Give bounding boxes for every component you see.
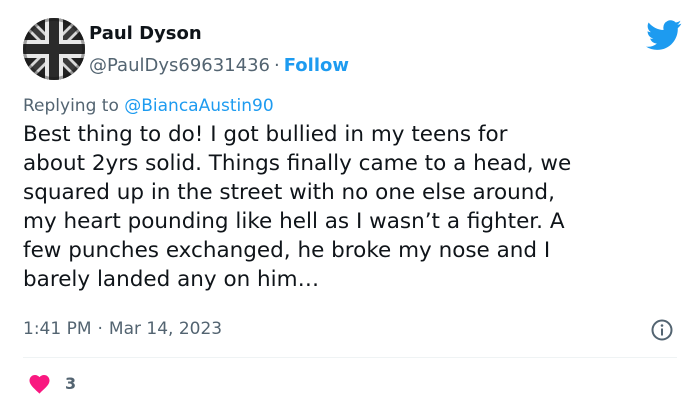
handle-separator: · [274, 55, 280, 76]
tweet-text-line: squared up in the street with no one els… [23, 180, 555, 205]
tweet-timestamp[interactable]: 1:41 PM · Mar 14, 2023 [23, 318, 222, 340]
info-icon[interactable] [650, 318, 674, 342]
author-block: Paul Dyson @PaulDys69631436 · Follow [89, 23, 349, 77]
tweet-text: Best thing to do! I got bullied in my te… [23, 120, 683, 294]
avatar-union-jack-image [23, 18, 85, 80]
author-display-name[interactable]: Paul Dyson [89, 23, 349, 45]
tweet-text-line: barely landed any on him… [23, 267, 320, 292]
divider [23, 357, 677, 358]
reply-handle-link[interactable]: @BiancaAustin90 [124, 96, 273, 116]
follow-button[interactable]: Follow [284, 55, 349, 76]
heart-icon [29, 375, 50, 394]
avatar[interactable] [23, 18, 85, 80]
author-handle-line: @PaulDys69631436 · Follow [89, 55, 349, 77]
tweet-text-line: about 2yrs solid. Things finally came to… [23, 151, 572, 176]
tweet-text-line: Best thing to do! I got bullied in my te… [23, 122, 508, 147]
twitter-bird-icon[interactable] [646, 20, 682, 50]
author-handle[interactable]: @PaulDys69631436 [89, 55, 270, 76]
tweet-text-line: my heart pounding like hell as I wasn’t … [23, 209, 565, 234]
tweet-date: Mar 14, 2023 [108, 319, 223, 339]
tweet-header: Paul Dyson @PaulDys69631436 · Follow [23, 18, 682, 82]
replying-to-line: Replying to @BiancaAustin90 [23, 95, 274, 117]
meta-separator: · [97, 319, 103, 339]
tweet-text-line: few punches exchanged, he broke my nose … [23, 238, 551, 263]
like-button[interactable]: 3 [27, 371, 76, 395]
replying-to-label: Replying to [23, 96, 119, 116]
like-count: 3 [65, 373, 77, 393]
tweet-time: 1:41 PM [23, 319, 92, 339]
